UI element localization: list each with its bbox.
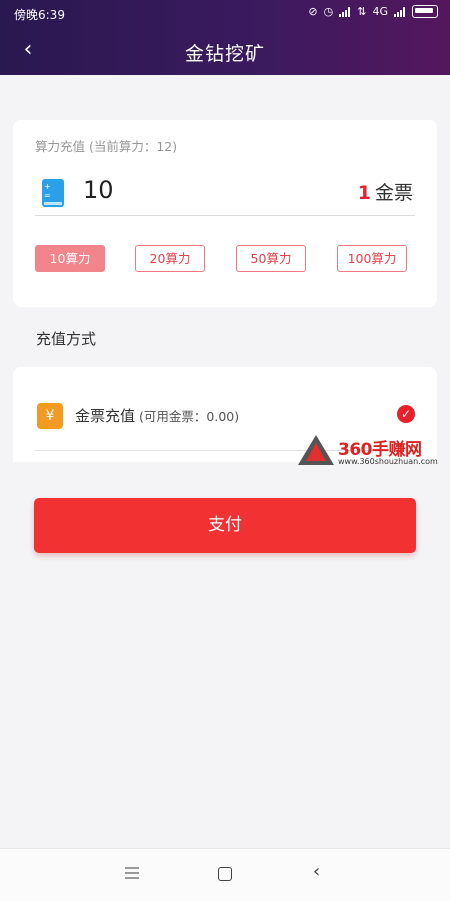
amount-input[interactable]: 10: [83, 176, 114, 204]
app-header: 傍晚6:39 ⊘ ◷ ⇅ 4G ‹ 金钻挖矿: [0, 0, 450, 75]
system-nav-bar: ‹: [0, 848, 450, 901]
battery-icon: [412, 5, 438, 18]
price-unit: 金票: [374, 182, 413, 204]
menu-icon[interactable]: [125, 867, 139, 879]
option-row: 10算力 20算力 50算力 100算力: [35, 245, 415, 272]
option-20[interactable]: 20算力: [135, 245, 205, 272]
network-type: 4G: [372, 5, 388, 18]
watermark-url: www.360shouzhuan.com: [338, 457, 438, 466]
page-title: 金钻挖矿: [184, 43, 265, 65]
watermark-triangle-inner-icon: [306, 443, 326, 461]
signal-icon: [339, 6, 351, 17]
status-icons: ⊘ ◷ ⇅ 4G: [308, 5, 438, 18]
option-50[interactable]: 50算力: [236, 245, 306, 272]
payment-section-label: 充值方式: [36, 330, 97, 348]
price-display: 1 金票: [358, 178, 413, 205]
pay-button[interactable]: 支付: [34, 498, 416, 553]
payment-method-balance: (可用金票：0.00): [139, 409, 240, 424]
status-bar: 傍晚6:39 ⊘ ◷ ⇅ 4G: [0, 0, 450, 28]
money-bag-icon: ¥: [37, 403, 63, 429]
amount-underline: [35, 215, 415, 216]
checkmark-icon[interactable]: ✓: [397, 405, 415, 423]
home-icon[interactable]: [218, 867, 232, 881]
signal-2-icon: [394, 6, 406, 17]
payment-method-label: 金票充值: [75, 407, 136, 425]
status-time: 傍晚6:39: [14, 8, 65, 22]
data-arrows-icon: ⇅: [357, 5, 367, 18]
calculator-book-icon: [42, 179, 64, 207]
option-100[interactable]: 100算力: [337, 245, 407, 272]
payment-method: 金票充值 (可用金票：0.00): [75, 405, 239, 426]
nav-header: ‹ 金钻挖矿: [0, 28, 450, 75]
sync-off-icon: ⊘: [308, 5, 318, 18]
alarm-icon: ◷: [323, 5, 334, 18]
recharge-subtitle: 算力充值 (当前算力：12): [35, 139, 178, 154]
option-10[interactable]: 10算力: [35, 245, 105, 272]
price-value: 1: [357, 182, 371, 204]
recharge-card: 算力充值 (当前算力：12) 10 1金票 10算力 20算力 50算力 100…: [13, 120, 437, 307]
watermark-logo: 360手赚网 www.360shouzhuan.com: [298, 433, 448, 469]
back-icon[interactable]: ‹: [313, 861, 320, 882]
